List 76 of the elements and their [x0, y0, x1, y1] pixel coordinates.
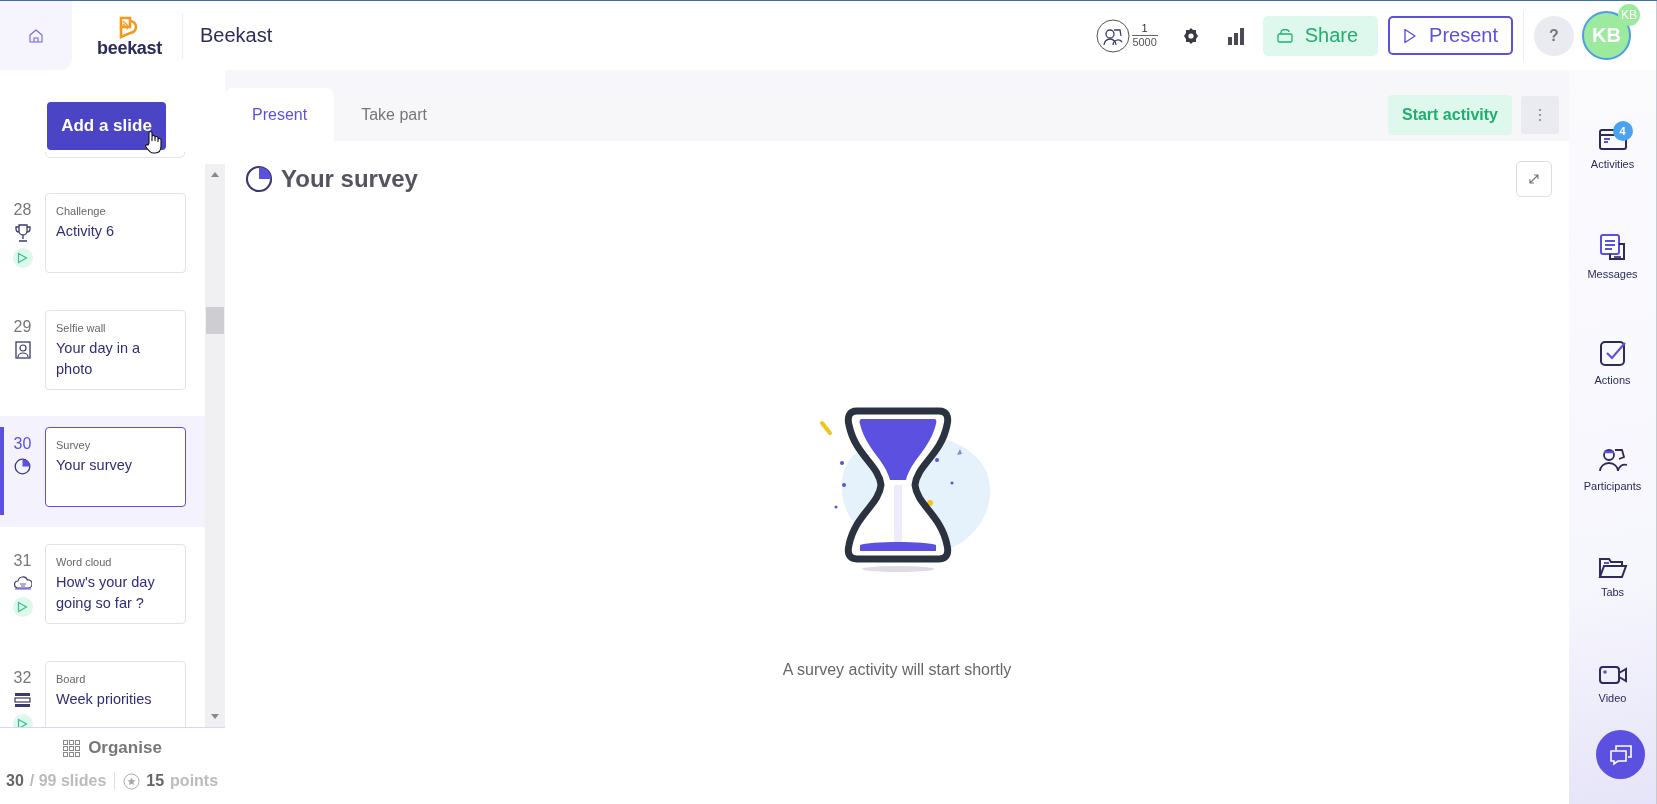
scroll-down-arrow-icon[interactable]	[211, 714, 219, 719]
activity-title: Your survey	[281, 165, 419, 193]
current-slide-number: 30	[6, 772, 24, 790]
slide-type: Board	[56, 673, 87, 685]
participant-count: 1	[1131, 22, 1158, 36]
slide-type: Selfie wall	[56, 322, 107, 334]
slide-total: / 99 slides	[29, 772, 107, 790]
tab[interactable]: Present	[225, 88, 335, 141]
statistics-icon[interactable]	[1226, 26, 1245, 45]
slide-title: How's your day going so far ?	[56, 573, 156, 613]
trophy-icon	[14, 224, 31, 242]
checkbox-icon	[1597, 338, 1628, 368]
chat-bubbles-icon	[1608, 743, 1633, 766]
documents-icon	[1597, 232, 1628, 262]
folder-icon	[1597, 556, 1628, 580]
slide-title: Week priorities	[56, 690, 153, 709]
padlock-icon	[1276, 28, 1293, 43]
play-icon	[1403, 27, 1418, 44]
status-message: A survey activity will start shortly	[782, 661, 1012, 679]
slide-title: Activity 6	[56, 222, 115, 241]
slide-card[interactable]: Selfie wall Your day in a photo	[45, 310, 186, 390]
participant-limit: 5000	[1132, 36, 1157, 49]
kebab-icon	[1538, 107, 1542, 122]
expand-button[interactable]	[1516, 161, 1552, 197]
slide-number: 32	[13, 670, 32, 686]
side-panel-item[interactable]: Activities 4	[1572, 118, 1653, 188]
scrollbar[interactable]	[205, 164, 225, 727]
grid-icon	[63, 739, 81, 757]
cloud-icon	[13, 575, 32, 591]
settings-icon[interactable]	[1181, 26, 1200, 45]
presentation-title: Beekast	[200, 24, 274, 47]
organise-button[interactable]: Organise	[63, 738, 162, 758]
participants-icon[interactable]	[1095, 18, 1130, 53]
slide-card[interactable]: Board Week priorities	[45, 661, 186, 727]
side-panel-item[interactable]: Video	[1572, 612, 1653, 718]
points-label: points	[170, 772, 219, 790]
scrollbar-thumb[interactable]	[206, 307, 224, 334]
board-icon	[14, 692, 31, 708]
home-button[interactable]	[0, 1, 72, 70]
slide-type: Challenge	[56, 205, 107, 217]
scroll-up-arrow-icon[interactable]	[211, 172, 219, 177]
hand-cursor-icon	[143, 130, 163, 154]
video-camera-icon	[1597, 664, 1628, 686]
side-panel-item[interactable]: Actions	[1572, 294, 1653, 400]
expand-icon	[1528, 173, 1540, 185]
chat-button[interactable]	[1596, 730, 1645, 779]
count-badge: 4	[1612, 121, 1633, 141]
side-panel-item[interactable]: Participants	[1572, 400, 1653, 506]
slide-card[interactable]: Challenge Activity 6	[45, 193, 186, 273]
play-icon[interactable]	[12, 248, 33, 268]
help-button[interactable]: ?	[1534, 15, 1574, 56]
slide-card[interactable]: Word cloud How's your day going so far ?	[45, 544, 186, 624]
home-icon	[29, 28, 43, 43]
logo-text: beekast	[97, 38, 162, 57]
avatar-badge: KB	[1618, 4, 1640, 26]
slide-card[interactable]: Survey Your survey	[45, 427, 186, 507]
slide-title: Your day in a photo	[56, 339, 142, 379]
slide-type: Survey	[56, 439, 92, 451]
slide-number: 29	[13, 319, 32, 335]
portrait-icon	[14, 341, 31, 359]
slide-type: Word cloud	[56, 556, 113, 568]
window-icon	[1597, 126, 1628, 152]
side-panel-item[interactable]: Messages	[1572, 188, 1653, 294]
more-options-button[interactable]	[1521, 95, 1559, 134]
points-count: 15	[146, 772, 165, 790]
slide-number: 28	[13, 202, 32, 218]
slide-number: 31	[13, 553, 32, 569]
slide-title: Your survey	[56, 456, 134, 475]
add-slide-button[interactable]: Add a slide	[47, 102, 166, 150]
side-panel-item[interactable]: Tabs	[1572, 506, 1653, 612]
slide-number: 30	[13, 436, 32, 452]
tab[interactable]: Take part	[334, 88, 454, 141]
play-icon[interactable]	[12, 597, 33, 617]
pie-chart-icon	[245, 165, 273, 193]
pie-chart-icon	[14, 458, 31, 475]
present-button[interactable]: Present	[1388, 16, 1513, 55]
